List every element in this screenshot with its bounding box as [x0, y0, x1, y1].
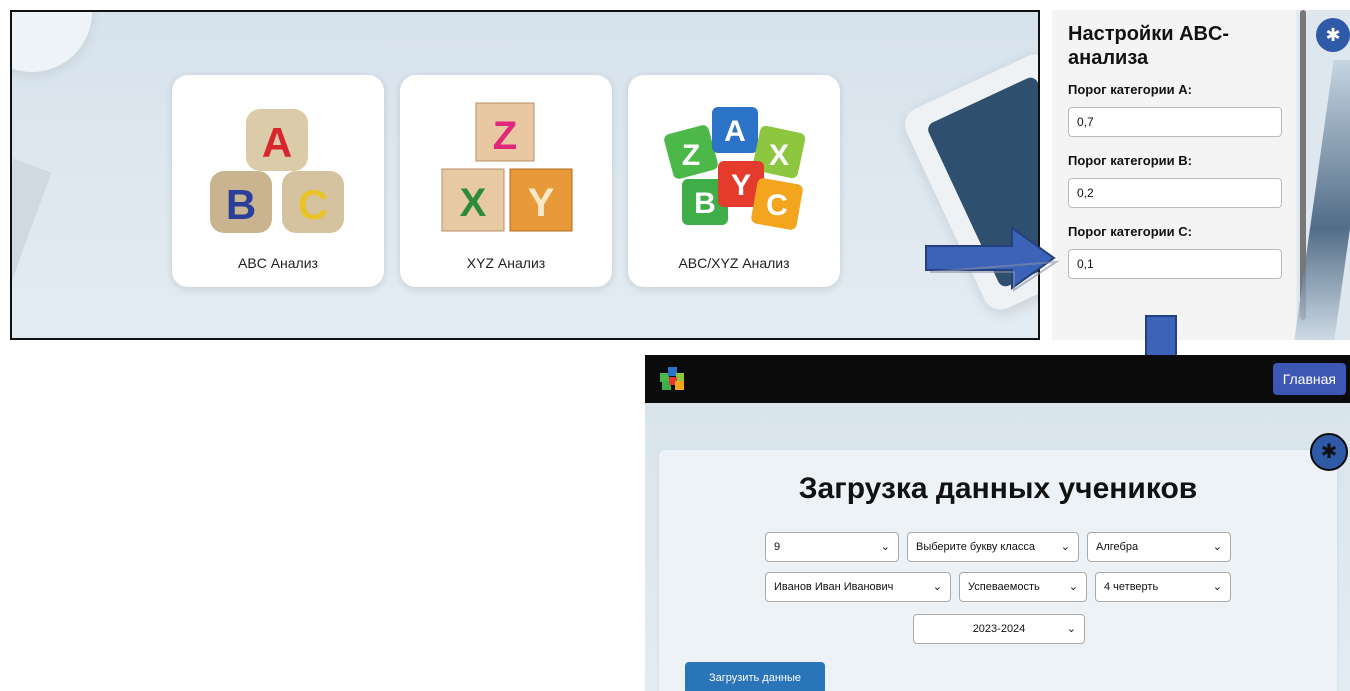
chevron-down-icon: ⌄ — [1212, 541, 1222, 553]
svg-text:A: A — [262, 119, 292, 166]
decorative-circle — [12, 12, 92, 72]
svg-text:Z: Z — [682, 139, 700, 172]
year-select[interactable]: 2023-2024 ⌄ — [913, 614, 1085, 644]
threshold-a-input[interactable]: 0,7 — [1068, 107, 1282, 137]
svg-text:X: X — [769, 139, 789, 172]
home-button[interactable]: Главная — [1272, 363, 1346, 395]
arrow-right-icon — [925, 226, 1060, 292]
xyz-blocks-image: Z X Y — [441, 102, 573, 232]
navbar: Главная — [645, 355, 1350, 403]
metric-select[interactable]: Успеваемость ⌄ — [959, 572, 1087, 602]
grade-select-value: 9 — [774, 541, 781, 553]
chevron-down-icon: ⌄ — [1212, 581, 1222, 593]
svg-text:Y: Y — [528, 181, 555, 225]
abc-analysis-card[interactable]: A B C ABC Анализ — [172, 75, 384, 287]
abc-analysis-label: ABC Анализ — [238, 255, 318, 271]
settings-title: Настройки ABC-анализа — [1068, 23, 1230, 69]
threshold-b-label: Порог категории B: — [1068, 153, 1192, 168]
student-select[interactable]: Иванов Иван Иванович ⌄ — [765, 572, 951, 602]
settings-gear-button[interactable]: ✱ — [1310, 433, 1348, 471]
app-logo-icon[interactable] — [659, 365, 685, 391]
quarter-select[interactable]: 4 четверть ⌄ — [1095, 572, 1231, 602]
threshold-c-input[interactable]: 0,1 — [1068, 249, 1282, 279]
gear-icon[interactable]: ✱ — [1316, 18, 1350, 52]
analysis-cards: A B C ABC Анализ Z X Y XYZ Анализ Z A X … — [172, 75, 840, 287]
page-title: Загрузка данных учеников — [798, 472, 1198, 505]
class-letter-select-value: Выберите букву класса — [916, 541, 1036, 553]
subject-select[interactable]: Алгебра ⌄ — [1087, 532, 1231, 562]
abc-xyz-analysis-card[interactable]: Z A X B Y C ABC/XYZ Анализ — [628, 75, 840, 287]
svg-text:Y: Y — [731, 169, 751, 202]
chevron-down-icon: ⌄ — [1066, 623, 1076, 635]
svg-text:B: B — [226, 181, 256, 228]
chevron-down-icon: ⌄ — [1060, 541, 1070, 553]
quarter-select-value: 4 четверть — [1104, 581, 1159, 593]
svg-text:B: B — [694, 187, 716, 220]
threshold-b-input[interactable]: 0,2 — [1068, 178, 1282, 208]
abc-xyz-analysis-label: ABC/XYZ Анализ — [678, 255, 790, 271]
chevron-down-icon: ⌄ — [932, 581, 942, 593]
threshold-c-label: Порог категории C: — [1068, 224, 1192, 239]
subject-select-value: Алгебра — [1096, 541, 1139, 553]
class-letter-select[interactable]: Выберите букву класса ⌄ — [907, 532, 1079, 562]
svg-text:C: C — [766, 189, 788, 222]
year-select-value: 2023-2024 — [972, 623, 1026, 635]
abc-xyz-blocks-image: Z A X B Y C — [664, 107, 806, 230]
student-select-value: Иванов Иван Иванович — [774, 581, 894, 593]
student-data-app: Главная Загрузка данных учеников 9 ⌄ Выб… — [645, 355, 1350, 691]
svg-text:C: C — [298, 181, 328, 228]
svg-text:A: A — [724, 115, 746, 148]
metric-select-value: Успеваемость — [968, 581, 1040, 593]
grade-select[interactable]: 9 ⌄ — [765, 532, 899, 562]
gear-icon: ✱ — [1320, 441, 1338, 463]
xyz-analysis-label: XYZ Анализ — [466, 255, 546, 271]
settings-form: Настройки ABC-анализа Порог категории A:… — [1052, 10, 1294, 340]
load-data-button[interactable]: Загрузить данные — [685, 662, 825, 691]
decorative-shape — [12, 158, 52, 286]
upload-form-card: Загрузка данных учеников 9 ⌄ Выберите бу… — [659, 450, 1337, 691]
chevron-down-icon: ⌄ — [880, 541, 890, 553]
chevron-down-icon: ⌄ — [1068, 581, 1078, 593]
abc-settings-panel: Настройки ABC-анализа Порог категории A:… — [1052, 10, 1350, 340]
svg-text:X: X — [460, 181, 487, 225]
abc-blocks-image: A B C — [210, 109, 344, 233]
xyz-analysis-card[interactable]: Z X Y XYZ Анализ — [400, 75, 612, 287]
analysis-selector-panel: A B C ABC Анализ Z X Y XYZ Анализ Z A X … — [10, 10, 1040, 340]
svg-text:Z: Z — [493, 114, 517, 158]
threshold-a-label: Порог категории A: — [1068, 82, 1192, 97]
